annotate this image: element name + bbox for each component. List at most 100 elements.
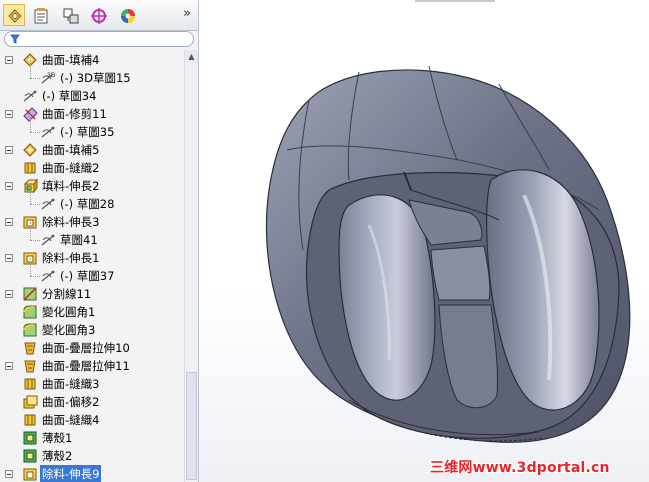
- tree-item-label: 曲面-疊層拉伸10: [42, 341, 130, 355]
- dimxpert-manager-tab[interactable]: [87, 4, 109, 26]
- tree-item-label: (-) 草圖37: [60, 269, 115, 283]
- scroll-thumb[interactable]: [186, 372, 197, 480]
- tree-item[interactable]: 除料-伸長9: [0, 465, 183, 482]
- expand-toggle-icon[interactable]: [5, 254, 13, 262]
- tree-item-label: 變化圓角3: [42, 323, 96, 337]
- tree-item[interactable]: 曲面-疊層拉伸10: [0, 339, 183, 357]
- expand-toggle-icon[interactable]: [5, 182, 13, 190]
- tree-connector: [30, 186, 31, 204]
- expand-panel-button[interactable]: »: [180, 6, 194, 22]
- tree-item-label: 曲面-修剪11: [42, 107, 107, 121]
- dimxpert-manager-icon: [91, 8, 107, 24]
- configuration-manager-tab[interactable]: [59, 4, 81, 26]
- tree-item[interactable]: (-) 草圖28: [0, 186, 183, 213]
- sketch-icon: [40, 268, 56, 284]
- svg-text:3D: 3D: [47, 72, 56, 79]
- tree-item-label: 曲面-縫織3: [42, 377, 100, 391]
- tree-item[interactable]: 曲面-縫織3: [0, 375, 183, 393]
- tree-item[interactable]: (-) 草圖35: [0, 114, 183, 141]
- sketch-icon: [40, 232, 56, 248]
- expand-toggle-icon[interactable]: [5, 218, 13, 226]
- tree-item-label: 草圖41: [60, 233, 98, 247]
- tree-item-label: 變化圓角1: [42, 305, 96, 319]
- tree-connector: [30, 204, 40, 205]
- tree-item-label: 曲面-縫織2: [42, 161, 100, 175]
- tree-item[interactable]: 除料-伸長3: [0, 213, 183, 231]
- expand-toggle-icon[interactable]: [5, 470, 13, 478]
- tree-connector: [30, 78, 40, 79]
- property-manager-icon: [34, 8, 48, 24]
- tree-item[interactable]: 變化圓角1: [0, 303, 183, 321]
- tree-connector: [30, 276, 40, 277]
- tree-item[interactable]: 變化圓角3: [0, 321, 183, 339]
- property-manager-tab[interactable]: [29, 4, 51, 26]
- tree-connector: [30, 132, 40, 133]
- tree-item-label: 薄殼2: [42, 449, 73, 463]
- filter-icon: [10, 34, 20, 44]
- surface-knit-icon: [22, 376, 38, 392]
- feature-tree: 曲面-填補4 3D (-) 3D草圖15 (-) 草圖34 曲面-修剪11 (-) 草圖3…: [0, 50, 183, 482]
- tree-item[interactable]: (-) 草圖37: [0, 258, 183, 285]
- graphics-area[interactable]: 三维网www.3dportal.cn: [199, 0, 649, 482]
- panel-toolbar: »: [0, 0, 198, 31]
- tree-item-label: 除料-伸長3: [42, 215, 100, 229]
- scroll-up-arrow-icon[interactable]: ▲: [185, 50, 198, 63]
- tree-item[interactable]: 曲面-填補4: [0, 51, 183, 69]
- surface-knit-icon: [22, 412, 38, 428]
- tree-item[interactable]: 草圖41: [0, 222, 183, 249]
- tree-item-label: (-) 3D草圖15: [60, 71, 131, 85]
- cut-extrude-icon: [22, 466, 38, 482]
- tree-item[interactable]: 曲面-疊層拉伸11: [0, 357, 183, 375]
- feature-manager-tab[interactable]: [3, 4, 25, 26]
- computer-mouse-surface-model[interactable]: [199, 0, 649, 482]
- sketch-icon: [40, 196, 56, 212]
- tree-connector: [30, 222, 31, 240]
- tree-item-label: 曲面-縫織4: [42, 413, 100, 427]
- tree-item[interactable]: 填料-伸長2: [0, 177, 183, 195]
- surface-knit-icon: [22, 160, 38, 176]
- tree-item[interactable]: 薄殼2: [0, 447, 183, 465]
- shell-icon: [22, 430, 38, 446]
- tree-item-label: 除料-伸長1: [42, 251, 100, 265]
- sketch-icon: [40, 124, 56, 140]
- tree-item[interactable]: 曲面-修剪11: [0, 105, 183, 123]
- tree-scrollbar[interactable]: ▲: [184, 50, 198, 482]
- tree-item-label: 分割線11: [42, 287, 92, 301]
- split-line-icon: [22, 286, 38, 302]
- expand-toggle-icon[interactable]: [5, 110, 13, 118]
- display-manager-tab[interactable]: [116, 4, 138, 26]
- tree-item-label: 曲面-疊層拉伸11: [42, 359, 130, 373]
- tree-item-label: 曲面-偏移2: [42, 395, 100, 409]
- 3d-sketch-icon: 3D: [40, 70, 56, 86]
- feature-filter-field[interactable]: [4, 31, 194, 47]
- tree-item[interactable]: 曲面-偏移2: [0, 393, 183, 411]
- tree-connector: [30, 60, 31, 78]
- tree-item[interactable]: 曲面-縫織2: [0, 159, 183, 177]
- tree-item-label: 除料-伸長9: [40, 465, 102, 482]
- variable-fillet-icon: [22, 304, 38, 320]
- tree-item[interactable]: 曲面-縫織4: [0, 411, 183, 429]
- feature-manager-icon: [8, 9, 22, 23]
- expand-toggle-icon[interactable]: [5, 146, 13, 154]
- tree-connector: [30, 258, 31, 276]
- variable-fillet-icon: [22, 322, 38, 338]
- surface-loft-icon: [22, 340, 38, 356]
- surface-offset-icon: [22, 394, 38, 410]
- expand-toggle-icon[interactable]: [5, 56, 13, 64]
- tree-item-label: 薄殼1: [42, 431, 73, 445]
- display-manager-icon: [121, 9, 135, 23]
- tree-item[interactable]: 除料-伸長1: [0, 249, 183, 267]
- expand-toggle-icon[interactable]: [5, 362, 13, 370]
- tree-item[interactable]: 曲面-填補5: [0, 141, 183, 159]
- tree-item[interactable]: 3D (-) 3D草圖15: [0, 60, 183, 87]
- tree-item[interactable]: 薄殼1: [0, 429, 183, 447]
- tree-item-label: 曲面-填補5: [42, 143, 100, 157]
- shell-icon: [22, 448, 38, 464]
- tree-item-label: (-) 草圖34: [42, 89, 97, 103]
- surface-loft-icon: [22, 358, 38, 374]
- tree-item[interactable]: 分割線11: [0, 285, 183, 303]
- expand-toggle-icon[interactable]: [5, 290, 13, 298]
- surface-fill-icon: [22, 142, 38, 158]
- tree-item-label: 曲面-填補4: [42, 53, 100, 67]
- tree-item[interactable]: (-) 草圖34: [0, 87, 183, 105]
